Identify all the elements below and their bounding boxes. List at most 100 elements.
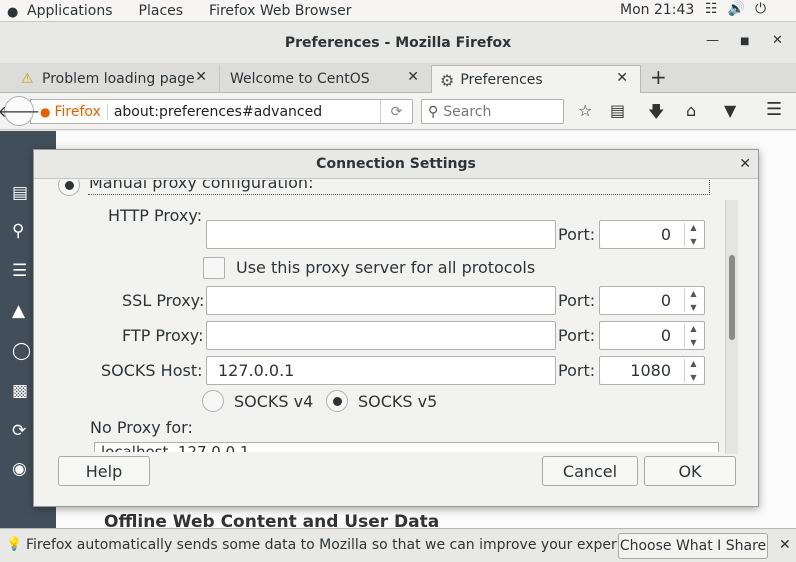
app-menu[interactable]: Firefox Web Browser bbox=[196, 3, 365, 19]
window-title: Preferences - Mozilla Firefox bbox=[284, 35, 512, 51]
use-for-all-checkbox[interactable] bbox=[203, 257, 225, 279]
close-tab-icon[interactable]: ✕ bbox=[407, 69, 419, 85]
network-icon: ☷ bbox=[705, 1, 718, 17]
data-reporting-notification: 💡 Firefox automatically sends some data … bbox=[0, 528, 796, 562]
volume-icon: 🔊 bbox=[727, 1, 745, 17]
http-proxy-input[interactable] bbox=[206, 220, 556, 249]
security-lock-icon[interactable]: ▩ bbox=[12, 381, 28, 401]
socks-v5-label: SOCKS v5 bbox=[358, 392, 438, 411]
maximize-icon[interactable]: ■ bbox=[740, 36, 749, 47]
tab-label: Problem loading page bbox=[42, 71, 195, 87]
back-button[interactable]: 🡐 bbox=[0, 96, 40, 126]
gnome-top-bar: ● Applications Places Firefox Web Browser… bbox=[0, 0, 796, 22]
new-tab-icon[interactable]: + bbox=[650, 65, 667, 89]
home-icon[interactable]: ⌂ bbox=[686, 101, 696, 120]
choose-what-i-share-button[interactable]: Choose What I Share bbox=[618, 533, 768, 559]
applications-pref-icon[interactable]: ▲ bbox=[12, 301, 25, 321]
applications-icon: ● bbox=[7, 4, 19, 20]
cancel-button[interactable]: Cancel bbox=[542, 456, 638, 486]
spin-icon[interactable]: ▲ ▼ bbox=[684, 324, 702, 347]
search-box[interactable]: ⚲ Search bbox=[421, 99, 564, 124]
socks-v4-label: SOCKS v4 bbox=[234, 392, 314, 411]
ssl-port-label: Port: bbox=[558, 291, 596, 310]
tab-label: Preferences bbox=[460, 72, 543, 88]
applications-menu[interactable]: ● Applications bbox=[0, 3, 126, 20]
notification-message: Firefox automatically sends some data to… bbox=[26, 537, 659, 553]
power-icon: ⏻ bbox=[755, 1, 767, 17]
back-arrow-icon: 🡐 bbox=[0, 102, 41, 121]
bookmark-star-icon[interactable]: ☆ bbox=[578, 101, 592, 120]
places-menu[interactable]: Places bbox=[126, 3, 197, 19]
close-tab-icon[interactable]: ✕ bbox=[195, 69, 207, 85]
spin-icon[interactable]: ▲ ▼ bbox=[684, 289, 702, 312]
tab-problem-loading[interactable]: ⚠ Problem loading page ✕ bbox=[2, 65, 220, 93]
dialog-titlebar: Connection Settings bbox=[34, 150, 758, 179]
nav-toolbar: ● Firefox about:preferences#advanced ⟳ 🡐… bbox=[0, 93, 796, 130]
dialog-title: Connection Settings bbox=[316, 156, 476, 172]
socks-port-stepper[interactable]: 1080 ▲ ▼ bbox=[599, 356, 705, 385]
system-tray[interactable]: ☷ 🔊 ⏻ bbox=[705, 1, 766, 17]
ssl-proxy-label: SSL Proxy: bbox=[122, 291, 205, 310]
window-titlebar: Preferences - Mozilla Firefox bbox=[0, 23, 796, 63]
socks-v4-radio[interactable] bbox=[202, 390, 224, 412]
lightbulb-icon: 💡 bbox=[6, 537, 23, 552]
manual-proxy-label: Manual proxy configuration: bbox=[89, 180, 314, 192]
http-port-value: 0 bbox=[660, 225, 671, 244]
spin-icon[interactable]: ▲ ▼ bbox=[684, 359, 702, 382]
privacy-icon[interactable]: ◯ bbox=[12, 341, 31, 361]
scrollbar-thumb[interactable] bbox=[729, 255, 735, 340]
ftp-port-label: Port: bbox=[558, 326, 596, 345]
socks-v5-radio[interactable] bbox=[326, 390, 348, 412]
tab-label: Welcome to CentOS bbox=[230, 71, 370, 87]
pocket-icon[interactable]: ▼ bbox=[724, 101, 736, 120]
tab-preferences[interactable]: ⚙ Preferences ✕ bbox=[431, 65, 641, 94]
http-port-stepper[interactable]: 0 ▲ ▼ bbox=[599, 220, 705, 249]
bookmarks-menu-icon[interactable]: ▤ bbox=[610, 101, 625, 120]
no-proxy-textarea[interactable]: localhost, 127.0.0.1 bbox=[94, 442, 719, 452]
content-icon[interactable]: ☰ bbox=[12, 261, 27, 281]
dialog-scrollbar[interactable] bbox=[725, 200, 738, 454]
socks-host-input[interactable]: 127.0.0.1 bbox=[206, 356, 556, 385]
connection-settings-dialog: Connection Settings ✕ Manual proxy confi… bbox=[33, 149, 759, 507]
use-for-all-label: Use this proxy server for all protocols bbox=[236, 258, 536, 277]
manual-proxy-radio[interactable] bbox=[58, 180, 80, 196]
reload-icon[interactable]: ⟳ bbox=[380, 100, 412, 123]
general-icon[interactable]: ▤ bbox=[12, 183, 28, 203]
socks-host-label: SOCKS Host: bbox=[101, 361, 203, 380]
dialog-scroll-area: Manual proxy configuration: HTTP Proxy: … bbox=[34, 180, 734, 453]
tab-welcome-centos[interactable]: Welcome to CentOS ✕ bbox=[220, 65, 432, 93]
sync-icon[interactable]: ⟳ bbox=[12, 421, 26, 441]
url-bar[interactable]: ● Firefox about:preferences#advanced ⟳ bbox=[30, 99, 413, 124]
ftp-proxy-label: FTP Proxy: bbox=[122, 326, 204, 345]
socks-port-value: 1080 bbox=[630, 361, 671, 380]
close-notification-icon[interactable]: ✕ bbox=[779, 537, 791, 553]
ftp-port-stepper[interactable]: 0 ▲ ▼ bbox=[599, 321, 705, 350]
hamburger-menu-icon[interactable]: ☰ bbox=[766, 99, 782, 120]
ok-button[interactable]: OK bbox=[644, 456, 736, 486]
tab-bar: ⚠ Problem loading page ✕ Welcome to Cent… bbox=[0, 63, 796, 94]
socks-port-label: Port: bbox=[558, 361, 596, 380]
advanced-icon[interactable]: ◉ bbox=[12, 459, 27, 479]
url-text[interactable]: about:preferences#advanced bbox=[108, 104, 322, 120]
warning-icon: ⚠ bbox=[21, 71, 34, 87]
ftp-port-value: 0 bbox=[660, 326, 671, 345]
spin-icon[interactable]: ▲ ▼ bbox=[684, 223, 702, 246]
gear-icon: ⚙ bbox=[440, 70, 455, 90]
firefox-logo-icon: ● bbox=[40, 104, 51, 119]
ftp-proxy-input[interactable] bbox=[206, 321, 556, 350]
ssl-proxy-input[interactable] bbox=[206, 286, 556, 315]
ssl-port-value: 0 bbox=[660, 291, 671, 310]
search-pref-icon[interactable]: ⚲ bbox=[12, 221, 24, 241]
http-port-label: Port: bbox=[558, 225, 596, 244]
minimize-icon[interactable]: — bbox=[706, 33, 719, 48]
identity-box[interactable]: ● Firefox bbox=[31, 103, 108, 120]
ssl-port-stepper[interactable]: 0 ▲ ▼ bbox=[599, 286, 705, 315]
close-tab-icon[interactable]: ✕ bbox=[616, 70, 628, 86]
close-dialog-icon[interactable]: ✕ bbox=[739, 156, 751, 172]
http-proxy-label: HTTP Proxy: bbox=[108, 206, 203, 225]
clock[interactable]: Mon 21:43 bbox=[620, 2, 694, 18]
close-window-icon[interactable]: ✕ bbox=[772, 33, 783, 48]
downloads-icon[interactable]: 🡇 bbox=[648, 101, 664, 128]
help-button[interactable]: Help bbox=[58, 456, 150, 486]
search-placeholder: Search bbox=[443, 103, 492, 120]
